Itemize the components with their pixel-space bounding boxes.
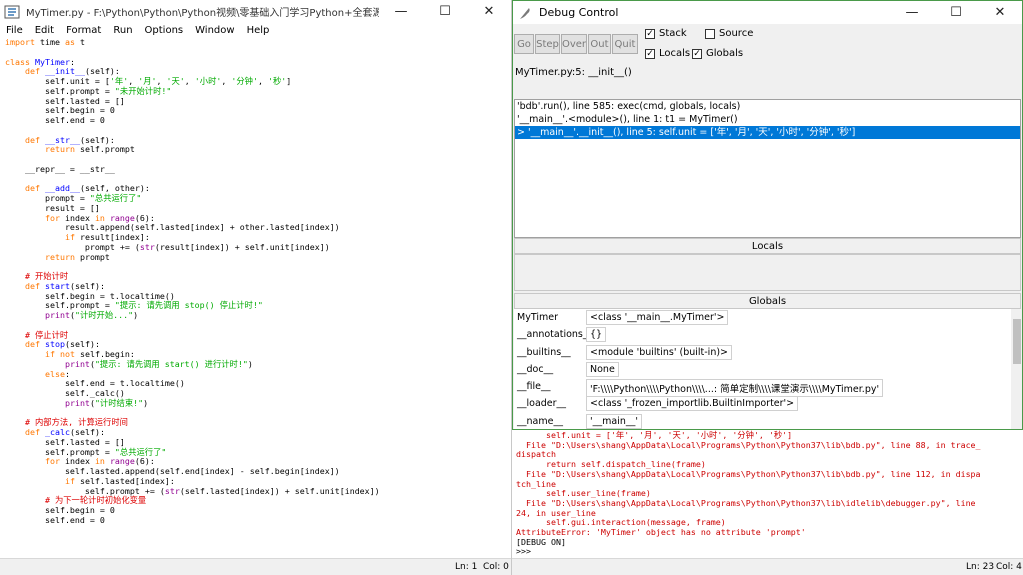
source-checkbox[interactable]: Source xyxy=(705,28,753,39)
editor-status-col: Col: 0 xyxy=(483,562,509,572)
globals-row: __doc__ None xyxy=(514,361,1011,378)
locals-panel xyxy=(514,254,1021,291)
check-icon: ✓ xyxy=(645,48,655,59)
globals-panel: MyTimer <class '__main__.MyTimer'> __ann… xyxy=(514,309,1011,429)
globals-value[interactable]: <class '_frozen_importlib.BuiltinImporte… xyxy=(586,396,799,412)
globals-value[interactable]: 'F:\\\\Python\\\\Python\\\\...: 简单定制\\\\… xyxy=(586,379,884,398)
stack-list[interactable]: 'bdb'.run(), line 585: exec(cmd, globals… xyxy=(514,99,1021,238)
globals-value[interactable]: None xyxy=(586,361,619,377)
menu-options[interactable]: Options xyxy=(139,23,190,38)
menu-format[interactable]: Format xyxy=(60,23,107,38)
locals-header: Locals xyxy=(514,238,1021,254)
menu-file[interactable]: File xyxy=(0,23,29,38)
shell-status-line: Ln: 23 xyxy=(966,562,995,572)
stack-frame[interactable]: '__main__'.<module>(), line 1: t1 = MyTi… xyxy=(515,113,1020,126)
over-button[interactable]: Over xyxy=(561,34,587,54)
stack-checkbox[interactable]: ✓ Stack xyxy=(645,28,687,39)
globals-row: __builtins__ <module 'builtins' (built-i… xyxy=(514,344,1011,361)
stack-checkbox-label: Stack xyxy=(659,28,687,39)
globals-key: __annotations__ xyxy=(517,329,593,341)
menu-edit[interactable]: Edit xyxy=(29,23,60,38)
globals-key: __builtins__ xyxy=(517,346,571,358)
locals-checkbox[interactable]: ✓ Locals xyxy=(645,48,690,59)
globals-value[interactable]: <class '__main__.MyTimer'> xyxy=(586,310,729,325)
editor-status-line: Ln: 1 xyxy=(455,562,478,572)
shell-statusbar: Ln: 23 Col: 4 xyxy=(512,558,1023,575)
editor-window: MyTimer.py - F:\Python\Python\Python视频\零… xyxy=(0,0,512,575)
editor-menubar: File Edit Format Run Options Window Help xyxy=(0,23,511,38)
debug-title: Debug Control xyxy=(539,6,619,19)
globals-checkbox[interactable]: ✓ Globals xyxy=(692,48,743,59)
globals-row: MyTimer <class '__main__.MyTimer'> xyxy=(514,309,1011,326)
editor-title: MyTimer.py - F:\Python\Python\Python视频\零… xyxy=(26,8,379,19)
editor-statusbar: Ln: 1 Col: 0 xyxy=(0,558,511,575)
shell-status-col: Col: 4 xyxy=(996,562,1022,572)
globals-value[interactable]: <module 'builtins' (built-in)> xyxy=(586,344,733,360)
out-button[interactable]: Out xyxy=(588,34,611,54)
debug-titlebar: Debug Control — ☐ ✕ xyxy=(513,1,1022,24)
locals-checkbox-label: Locals xyxy=(659,48,691,59)
maximize-icon[interactable]: ☐ xyxy=(423,0,467,23)
globals-key: __doc__ xyxy=(517,363,554,375)
globals-checkbox-label: Globals xyxy=(706,48,744,59)
globals-value[interactable]: {} xyxy=(586,327,607,343)
globals-key: __name__ xyxy=(517,415,563,427)
menu-window[interactable]: Window xyxy=(189,23,240,38)
minimize-icon[interactable]: — xyxy=(890,1,934,24)
stack-frame[interactable]: 'bdb'.run(), line 585: exec(cmd, globals… xyxy=(515,100,1020,113)
close-icon[interactable]: ✕ xyxy=(978,1,1022,24)
globals-scrollbar[interactable] xyxy=(1012,309,1022,429)
minimize-icon[interactable]: — xyxy=(379,0,423,23)
globals-row: __name__ '__main__' xyxy=(514,413,1011,429)
menu-help[interactable]: Help xyxy=(241,23,276,38)
feather-icon xyxy=(520,7,530,19)
debug-control-window: Debug Control — ☐ ✕ Go Step Over Out Qui… xyxy=(512,0,1023,430)
current-location: MyTimer.py:5: __init__() xyxy=(515,67,632,78)
menu-run[interactable]: Run xyxy=(107,23,138,38)
stack-frame-selected[interactable]: > '__main__'.__init__(), line 5: self.un… xyxy=(515,126,1020,139)
quit-button[interactable]: Quit xyxy=(612,34,638,54)
close-icon[interactable]: ✕ xyxy=(467,0,511,23)
scrollbar-thumb[interactable] xyxy=(1013,319,1021,364)
source-checkbox-label: Source xyxy=(719,28,754,39)
check-icon: ✓ xyxy=(645,28,655,39)
shell-output[interactable]: self.unit = ['年', '月', '天', '小时', '分钟', … xyxy=(516,430,1016,557)
go-button[interactable]: Go xyxy=(514,34,534,54)
globals-key: __file__ xyxy=(517,381,551,393)
globals-row: __file__ 'F:\\\\Python\\\\Python\\\\...:… xyxy=(514,378,1011,398)
shell-window: self.unit = ['年', '月', '天', '小时', '分钟', … xyxy=(512,430,1023,575)
editor-titlebar: MyTimer.py - F:\Python\Python\Python视频\零… xyxy=(0,0,511,23)
globals-header: Globals xyxy=(514,293,1021,309)
python-idle-icon xyxy=(4,5,20,18)
check-icon: ✓ xyxy=(692,48,702,59)
globals-row: __annotations__ {} xyxy=(514,326,1011,343)
maximize-icon[interactable]: ☐ xyxy=(934,1,978,24)
step-button[interactable]: Step xyxy=(535,34,560,54)
globals-key: __loader__ xyxy=(517,398,567,410)
globals-key: MyTimer xyxy=(517,312,558,323)
globals-value[interactable]: '__main__' xyxy=(586,413,642,429)
code-editor[interactable]: import time as t class MyTimer: def __in… xyxy=(0,38,512,558)
globals-row: __loader__ <class '_frozen_importlib.Bui… xyxy=(514,395,1011,412)
